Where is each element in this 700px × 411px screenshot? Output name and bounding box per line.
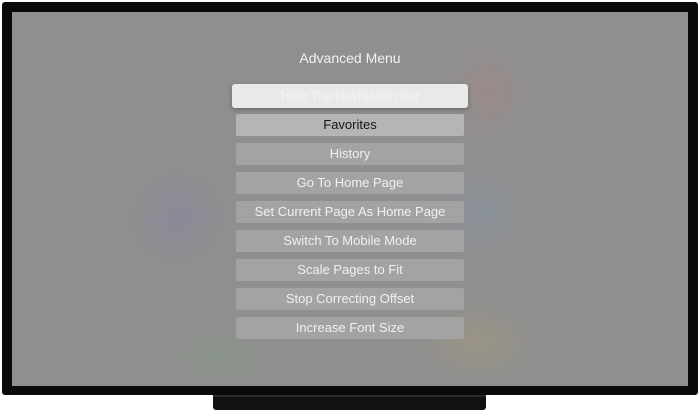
tv-screen: Advanced Menu Hide Top Navigation bar Fa… <box>12 12 688 386</box>
menu-item-switch-to-mobile-mode[interactable]: Switch To Mobile Mode <box>236 230 464 252</box>
menu-item-set-current-page-as-home-page[interactable]: Set Current Page As Home Page <box>236 201 464 223</box>
menu-item-increase-font-size[interactable]: Increase Font Size <box>236 317 464 339</box>
tv-stand-rim <box>213 395 486 397</box>
advanced-menu: Hide Top Navigation bar Favorites Histor… <box>12 12 688 386</box>
menu-item-favorites[interactable]: Favorites <box>236 114 464 136</box>
tv-stand <box>213 395 486 410</box>
tv-bezel: Advanced Menu Hide Top Navigation bar Fa… <box>2 2 698 395</box>
menu-item-stop-correcting-offset[interactable]: Stop Correcting Offset <box>236 288 464 310</box>
menu-item-go-to-home-page[interactable]: Go To Home Page <box>236 172 464 194</box>
menu-item-hide-top-navigation-bar[interactable]: Hide Top Navigation bar <box>232 84 468 108</box>
menu-item-history[interactable]: History <box>236 143 464 165</box>
menu-item-scale-pages-to-fit[interactable]: Scale Pages to Fit <box>236 259 464 281</box>
